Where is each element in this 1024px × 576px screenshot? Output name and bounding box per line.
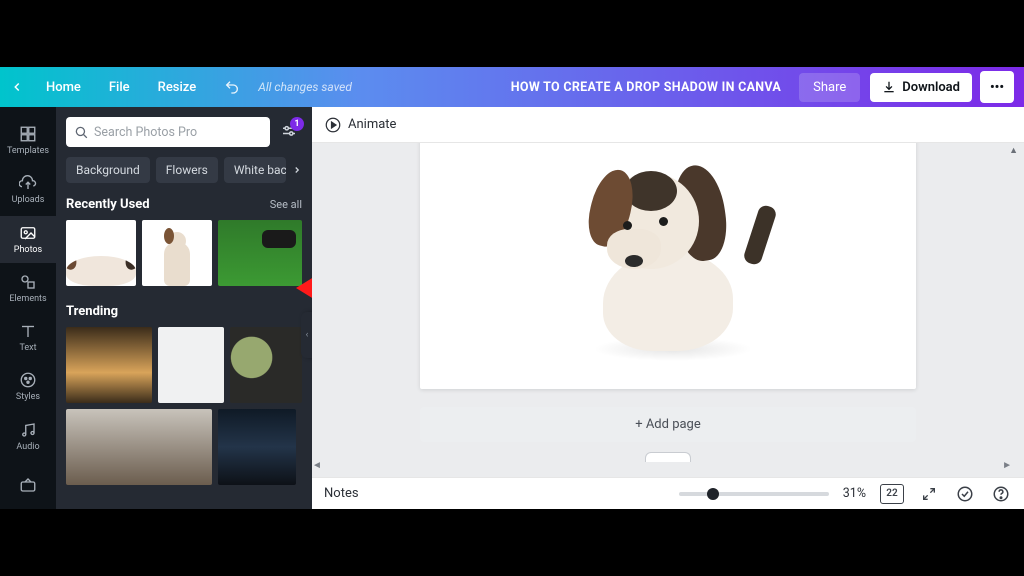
recent-heading: Recently Used — [66, 197, 150, 212]
search-input[interactable] — [94, 125, 262, 140]
templates-icon — [19, 125, 37, 143]
chip-white-background[interactable]: White background — [224, 157, 286, 183]
check-button[interactable] — [954, 483, 976, 505]
audio-icon — [19, 421, 37, 439]
chip-background[interactable]: Background — [66, 157, 150, 183]
rail-text[interactable]: Text — [0, 314, 56, 361]
styles-icon — [19, 371, 37, 389]
rail-audio[interactable]: Audio — [0, 413, 56, 460]
chip-flowers[interactable]: Flowers — [156, 157, 218, 183]
canvas-area: Animate ▲ — [312, 107, 1024, 509]
animate-button[interactable]: Animate — [324, 116, 396, 134]
add-page-button[interactable]: + Add page — [420, 407, 916, 442]
search-input-wrap[interactable] — [66, 117, 270, 147]
stage-scroll-right-icon: ► — [1002, 460, 1012, 471]
page-drawer-handle[interactable] — [645, 452, 691, 462]
stage-scroll-left-icon: ◄ — [312, 460, 322, 471]
canvas-image-puppy[interactable] — [563, 165, 773, 361]
zoom-slider[interactable] — [679, 492, 829, 496]
more-button[interactable]: ••• — [980, 71, 1014, 103]
resize-menu[interactable]: Resize — [144, 80, 211, 95]
top-bar: Home File Resize All changes saved HOW T… — [0, 67, 1024, 107]
share-button[interactable]: Share — [799, 73, 860, 102]
recent-thumb-1[interactable] — [66, 220, 136, 286]
panel-collapse-handle[interactable]: ‹ — [301, 312, 312, 358]
fullscreen-button[interactable] — [918, 483, 940, 505]
trend-thumb-2[interactable] — [158, 327, 224, 403]
trend-thumb-3[interactable] — [230, 327, 302, 403]
animate-label: Animate — [348, 117, 396, 132]
artboard-1[interactable] — [420, 143, 916, 389]
trending-grid — [66, 327, 302, 485]
rail-elements[interactable]: Elements — [0, 265, 56, 312]
text-icon — [19, 322, 37, 340]
rail-photos-label: Photos — [14, 245, 42, 255]
back-button[interactable] — [10, 80, 24, 94]
suggestion-chip-row: Background Flowers White background — [66, 157, 302, 183]
grid-view-button[interactable]: 22 — [880, 484, 904, 504]
home-menu[interactable]: Home — [32, 80, 95, 95]
zoom-percent[interactable]: 31% — [843, 486, 866, 501]
trend-thumb-1[interactable] — [66, 327, 152, 403]
uploads-icon — [19, 174, 37, 192]
rail-styles[interactable]: Styles — [0, 363, 56, 410]
download-label: Download — [902, 80, 960, 95]
app-root: Home File Resize All changes saved HOW T… — [0, 67, 1024, 509]
recent-thumb-3[interactable] — [218, 220, 302, 286]
file-menu[interactable]: File — [95, 80, 144, 95]
zoom-slider-knob[interactable] — [707, 488, 719, 500]
elements-icon — [19, 273, 37, 291]
rail-uploads[interactable]: Uploads — [0, 166, 56, 213]
download-button[interactable]: Download — [870, 73, 972, 102]
photos-panel: 1 Background Flowers White background Re… — [56, 107, 312, 509]
rail-uploads-label: Uploads — [12, 195, 45, 205]
editor-footer: Notes 31% 22 — [312, 477, 1024, 509]
scroll-up-icon: ▲ — [1009, 145, 1018, 156]
rail-styles-label: Styles — [16, 392, 40, 402]
rail-photos[interactable]: Photos — [0, 216, 56, 263]
help-button[interactable] — [990, 483, 1012, 505]
recent-thumb-2[interactable] — [142, 220, 212, 286]
chip-scroll-right[interactable] — [292, 157, 302, 183]
filter-badge: 1 — [290, 117, 304, 131]
left-rail: Templates Uploads Photos Elements Text S… — [0, 107, 56, 509]
trend-thumb-5[interactable] — [218, 409, 296, 485]
rail-text-label: Text — [19, 343, 36, 353]
trending-heading: Trending — [66, 304, 118, 319]
rail-templates-label: Templates — [7, 146, 49, 156]
photos-icon — [19, 224, 37, 242]
filter-button[interactable]: 1 — [276, 119, 302, 145]
stage[interactable]: ▲ + Add p — [312, 143, 1024, 477]
letterbox-bottom — [0, 509, 1024, 576]
app-body: Templates Uploads Photos Elements Text S… — [0, 107, 1024, 509]
notes-field[interactable]: Notes — [324, 486, 359, 501]
undo-button[interactable] — [210, 79, 254, 95]
more-icon — [19, 476, 37, 494]
rail-elements-label: Elements — [9, 294, 46, 304]
save-status: All changes saved — [258, 80, 352, 94]
rail-audio-label: Audio — [16, 442, 39, 452]
trend-thumb-4[interactable] — [66, 409, 212, 485]
canvas-toolbar: Animate — [312, 107, 1024, 143]
recent-grid — [66, 220, 302, 286]
search-icon — [74, 125, 88, 139]
letterbox-top — [0, 0, 1024, 67]
rail-templates[interactable]: Templates — [0, 117, 56, 164]
document-title[interactable]: HOW TO CREATE A DROP SHADOW IN CANVA — [511, 80, 781, 95]
recent-see-all[interactable]: See all — [270, 198, 302, 211]
rail-more[interactable] — [0, 462, 56, 509]
